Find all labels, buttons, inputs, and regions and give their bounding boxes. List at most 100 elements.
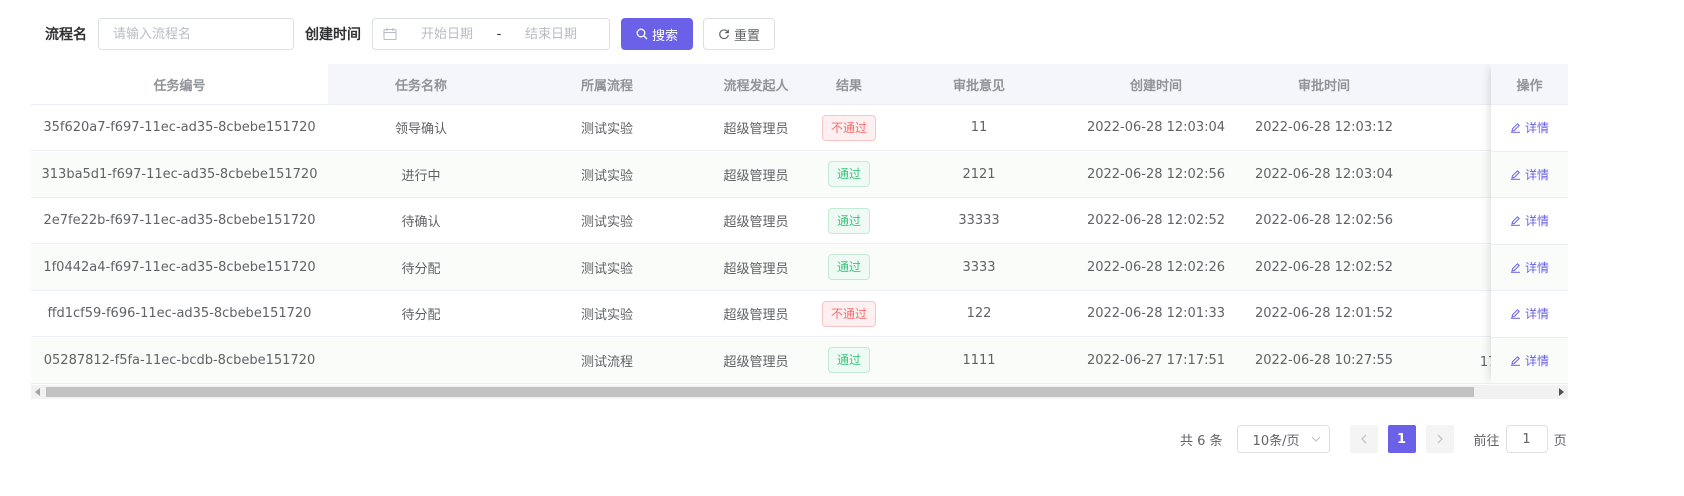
cell-result: 通过 xyxy=(812,338,886,383)
prev-page-button[interactable] xyxy=(1349,425,1378,453)
cell-opinion-text: 33333 xyxy=(958,213,1000,228)
table-row: 313ba5d1-f697-11ec-ad35-8cbebe151720 进行中 测… xyxy=(31,151,1568,198)
date-range-picker[interactable]: - xyxy=(372,18,610,50)
cell-task-name: 进行中 xyxy=(328,152,514,197)
cell-approved: 2022-06-28 12:02:56 xyxy=(1240,198,1408,243)
action-cell: 详情 xyxy=(1491,291,1568,338)
detail-link[interactable]: 详情 xyxy=(1510,259,1549,276)
start-date-input[interactable] xyxy=(407,26,487,42)
goto-page-input[interactable] xyxy=(1505,425,1548,453)
cell-initiator: 超级管理员 xyxy=(700,198,812,243)
calendar-icon xyxy=(383,28,397,41)
cell-process: 测试实验 xyxy=(514,105,700,150)
horizontal-scrollbar[interactable] xyxy=(31,385,1568,399)
filter-bar: 流程名 创建时间 - 搜索 重置 xyxy=(45,18,775,50)
status-badge: 通过 xyxy=(827,161,870,187)
scroll-left-arrow-icon[interactable] xyxy=(31,385,45,399)
cell-initiator-text: 超级管理员 xyxy=(723,122,789,137)
column-header-action: 操作 xyxy=(1491,64,1568,105)
reset-button-label: 重置 xyxy=(733,28,760,44)
next-page-button[interactable] xyxy=(1425,425,1454,453)
edit-icon xyxy=(1510,309,1520,320)
cell-created-text: 2022-06-28 12:03:04 xyxy=(1086,120,1226,135)
cell-task-id-text: 2e7fe22b-f697-11ec-ad35-8cbebe151720 xyxy=(43,213,316,228)
detail-link[interactable]: 详情 xyxy=(1510,166,1549,183)
column-header-approved: 审批时间 xyxy=(1297,78,1350,94)
cell-opinion-text: 3333 xyxy=(962,259,996,275)
column-header-task-id: 任务编号 xyxy=(153,78,206,94)
chevron-down-icon xyxy=(1311,436,1320,442)
reset-button[interactable]: 重置 xyxy=(703,18,775,50)
end-date-input[interactable] xyxy=(511,26,591,42)
cell-task-name: 待分配 xyxy=(328,291,514,336)
column-header-task-name: 任务名称 xyxy=(394,78,447,94)
total-count: 共 6 条 xyxy=(1180,433,1223,449)
column-header-created: 创建时间 xyxy=(1129,78,1182,94)
scroll-right-arrow-icon[interactable] xyxy=(1554,385,1568,399)
action-cell: 详情 xyxy=(1491,337,1568,384)
task-table: 任务编号 任务名称 所属流程 流程发起人 结果 审批意见 创建时间 审批时间 耗… xyxy=(31,64,1568,402)
cell-process-text: 测试流程 xyxy=(580,354,633,370)
goto-prefix: 前往 xyxy=(1473,433,1500,449)
cell-process-text: 测试实验 xyxy=(580,122,633,137)
cell-opinion: 3333 xyxy=(886,245,1072,290)
process-name-input[interactable] xyxy=(98,18,294,50)
detail-link-label: 详情 xyxy=(1524,121,1549,136)
cell-task-id-text: 1f0442a4-f697-11ec-ad35-8cbebe151720 xyxy=(43,259,316,275)
cell-created: 2022-06-27 17:17:51 xyxy=(1072,338,1240,383)
cell-created-text: 2022-06-28 12:01:33 xyxy=(1086,306,1226,321)
cell-created-text: 2022-06-28 12:02:56 xyxy=(1086,166,1226,182)
edit-icon xyxy=(1510,169,1520,180)
column-header-result: 结果 xyxy=(835,78,862,94)
scrollbar-thumb[interactable] xyxy=(46,387,1474,397)
detail-link[interactable]: 详情 xyxy=(1510,352,1549,369)
created-time-label: 创建时间 xyxy=(305,27,361,43)
action-cell: 详情 xyxy=(1491,244,1568,291)
goto-suffix: 页 xyxy=(1553,433,1567,449)
cell-opinion: 2121 xyxy=(886,152,1072,197)
cell-result: 通过 xyxy=(812,152,886,197)
cell-task-name-text: 进行中 xyxy=(401,168,441,184)
cell-approved-text: 2022-06-28 12:02:56 xyxy=(1254,213,1394,228)
cell-approved: 2022-06-28 12:03:12 xyxy=(1240,105,1408,150)
cell-approved: 2022-06-28 12:01:52 xyxy=(1240,291,1408,336)
detail-link[interactable]: 详情 xyxy=(1510,212,1549,229)
table-row: ffd1cf59-f696-11ec-ad35-8cbebe151720 待分配 测… xyxy=(31,291,1568,337)
column-header-opinion: 审批意见 xyxy=(952,78,1005,94)
cell-task-name: 待分配 xyxy=(328,245,514,290)
detail-link-label: 详情 xyxy=(1524,260,1549,275)
cell-task-name: 待确认 xyxy=(328,198,514,243)
status-badge: 通过 xyxy=(827,207,870,234)
status-badge: 通过 xyxy=(827,347,870,373)
cell-task-name-text: 领导确认 xyxy=(394,122,447,137)
cell-task-name: 领导确认 xyxy=(328,105,514,150)
cell-process-text: 测试实验 xyxy=(580,261,633,277)
cell-process: 测试实验 xyxy=(514,198,700,243)
search-button[interactable]: 搜索 xyxy=(621,18,693,50)
cell-result: 通过 xyxy=(812,198,886,243)
cell-initiator: 超级管理员 xyxy=(700,338,812,383)
column-header-initiator: 流程发起人 xyxy=(723,78,789,94)
page-number-current[interactable]: 1 xyxy=(1387,425,1416,453)
cell-approved: 2022-06-28 10:27:55 xyxy=(1240,338,1408,383)
cell-opinion-text: 2121 xyxy=(962,166,996,182)
cell-result: 不通过 xyxy=(812,291,886,336)
detail-link-label: 详情 xyxy=(1524,167,1549,182)
detail-link[interactable]: 详情 xyxy=(1510,119,1549,136)
cell-process-text: 测试实验 xyxy=(580,168,633,184)
cell-task-id-text: ffd1cf59-f696-11ec-ad35-8cbebe151720 xyxy=(47,306,312,321)
status-badge: 不通过 xyxy=(821,114,876,141)
page-size-select[interactable]: 10条/页 xyxy=(1236,425,1330,453)
detail-link-label: 详情 xyxy=(1524,214,1549,229)
cell-approved-text: 2022-06-28 12:02:52 xyxy=(1254,259,1394,275)
cell-process: 测试实验 xyxy=(514,152,700,197)
cell-created-text: 2022-06-28 12:02:26 xyxy=(1086,259,1226,275)
status-badge: 通过 xyxy=(827,254,870,280)
cell-created: 2022-06-28 12:01:33 xyxy=(1072,291,1240,336)
detail-link[interactable]: 详情 xyxy=(1510,305,1549,322)
page-size-value: 10条/页 xyxy=(1252,433,1300,449)
cell-opinion: 33333 xyxy=(886,198,1072,243)
edit-icon xyxy=(1510,216,1520,227)
detail-link-label: 详情 xyxy=(1524,353,1549,368)
edit-icon xyxy=(1510,262,1520,273)
